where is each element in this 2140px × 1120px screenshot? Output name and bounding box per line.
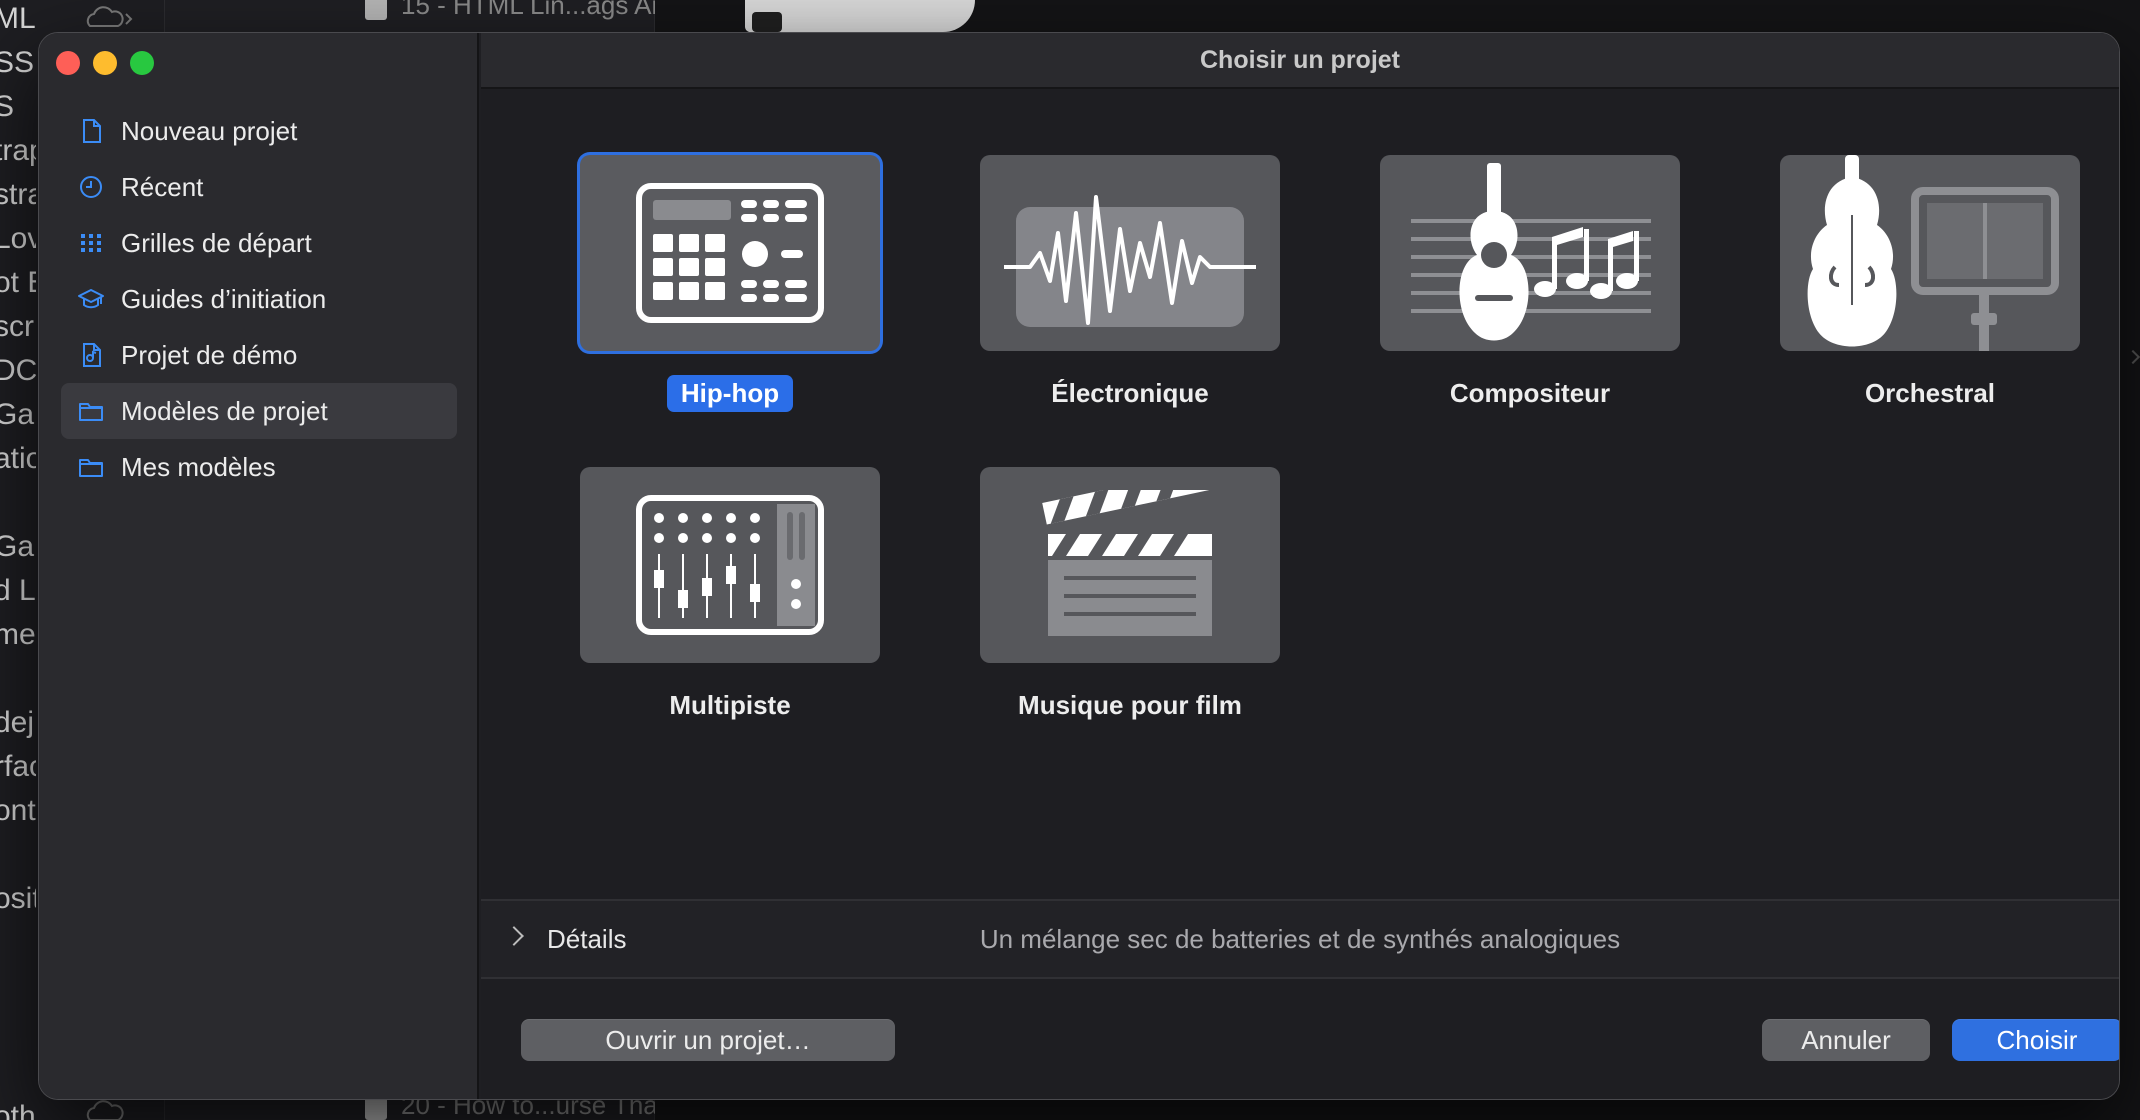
- folder-icon: [77, 453, 105, 481]
- template-thumbnail[interactable]: [980, 155, 1280, 351]
- graduation-cap-icon: [77, 285, 105, 313]
- waveform-icon: [1004, 195, 1256, 327]
- template-grid: Hip-hop Électronique Compositeur Orchest…: [481, 89, 2119, 929]
- dialog-title: Choisir un projet: [1200, 45, 1400, 74]
- sidebar-item-projet-de-demo[interactable]: Projet de démo: [61, 327, 457, 383]
- choose-button[interactable]: Choisir: [1952, 1019, 2119, 1061]
- sidebar-item-label: Récent: [121, 171, 204, 202]
- background-label: trap: [0, 134, 36, 167]
- background-label: stra: [0, 178, 36, 211]
- sidebar-item-nouveau-projet[interactable]: Nouveau projet: [61, 103, 457, 159]
- background-label: rfac: [0, 750, 36, 783]
- document-icon: [77, 117, 105, 145]
- sidebar-item-label: Nouveau projet: [121, 115, 298, 146]
- template-compositeur[interactable]: Compositeur: [1380, 155, 1680, 412]
- demo-document-icon: [77, 341, 105, 369]
- zoom-window-button[interactable]: [130, 51, 154, 75]
- template-label: Compositeur: [1449, 378, 1611, 408]
- sidebar-item-modeles-de-projet[interactable]: Modèles de projet: [61, 383, 457, 439]
- background-label: ation: [0, 442, 36, 475]
- background-label: SS: [0, 46, 35, 79]
- template-orchestral[interactable]: Orchestral: [1780, 155, 2080, 412]
- drum-machine-icon: [636, 183, 824, 323]
- clock-icon: [77, 173, 105, 201]
- sidebar-nav: Nouveau projet Récent Grilles de départ: [61, 103, 457, 495]
- chevron-right-icon: [2125, 349, 2140, 365]
- folder-icon: [77, 397, 105, 425]
- minimize-window-button[interactable]: [93, 51, 117, 75]
- main-content: Choisir un projet Hip-hop Électronique C…: [481, 33, 2119, 1099]
- template-hip-hop[interactable]: Hip-hop: [580, 155, 880, 412]
- template-thumbnail[interactable]: [1380, 155, 1680, 351]
- template-label: Orchestral: [1864, 378, 1996, 408]
- background-label: osit: [0, 882, 36, 915]
- guitar-notes-icon: [1411, 163, 1651, 341]
- double-bass-icon: [1807, 155, 2059, 351]
- background-label: S: [0, 90, 15, 123]
- template-electronique[interactable]: Électronique: [980, 155, 1280, 412]
- template-label: Électronique: [1051, 378, 1209, 408]
- background-label: Gar: [0, 398, 36, 431]
- sidebar: Nouveau projet Récent Grilles de départ: [39, 33, 479, 1099]
- template-label: Multipiste: [669, 690, 791, 720]
- mixer-icon: [636, 495, 824, 635]
- sidebar-item-guides-d-initiation[interactable]: Guides d’initiation: [61, 271, 457, 327]
- title-bar: Choisir un projet: [481, 33, 2119, 89]
- cloud-icon: [86, 6, 133, 27]
- background-label: ot E: [0, 266, 36, 299]
- background-label: Lov: [0, 222, 36, 255]
- background-label: dej: [0, 706, 35, 739]
- sidebar-item-label: Projet de démo: [121, 339, 298, 370]
- sidebar-item-recent[interactable]: Récent: [61, 159, 457, 215]
- close-window-button[interactable]: [56, 51, 80, 75]
- open-project-button[interactable]: Ouvrir un projet…: [521, 1019, 895, 1061]
- clapperboard-icon: [1042, 490, 1212, 636]
- background-label: other: [0, 1100, 36, 1120]
- sidebar-item-label: Modèles de projet: [121, 395, 328, 426]
- template-multipiste[interactable]: Multipiste: [580, 467, 880, 724]
- template-musique-pour-film[interactable]: Musique pour film: [980, 467, 1280, 724]
- sidebar-item-label: Mes modèles: [121, 451, 276, 482]
- background-device-detail: [752, 12, 782, 32]
- details-bar: Détails Un mélange sec de batteries et d…: [481, 899, 2119, 979]
- template-thumbnail[interactable]: [580, 467, 880, 663]
- sidebar-item-label: Grilles de départ: [121, 227, 312, 258]
- template-thumbnail[interactable]: [580, 155, 880, 351]
- background-label: ML: [0, 2, 36, 35]
- template-thumbnail[interactable]: [1780, 155, 2080, 351]
- cloud-icon: [86, 1100, 124, 1120]
- template-label: Hip-hop: [666, 375, 794, 412]
- sidebar-item-mes-modeles[interactable]: Mes modèles: [61, 439, 457, 495]
- project-chooser-dialog: Nouveau projet Récent Grilles de départ: [38, 32, 2120, 1100]
- background-label: d Li: [0, 574, 36, 607]
- template-thumbnail[interactable]: [980, 467, 1280, 663]
- background-label: Gam: [0, 530, 36, 563]
- background-label: mer: [0, 618, 36, 651]
- background-label: ontr: [0, 794, 36, 827]
- sidebar-item-label: Guides d’initiation: [121, 283, 327, 314]
- cancel-button[interactable]: Annuler: [1762, 1019, 1930, 1061]
- background-label: scri: [0, 310, 36, 343]
- background-label: DC: [0, 354, 36, 387]
- template-label: Musique pour film: [1018, 690, 1242, 720]
- sidebar-item-grilles-de-depart[interactable]: Grilles de départ: [61, 215, 457, 271]
- grid-dots-icon: [77, 229, 105, 257]
- template-description: Un mélange sec de batteries et de synthé…: [979, 924, 1621, 954]
